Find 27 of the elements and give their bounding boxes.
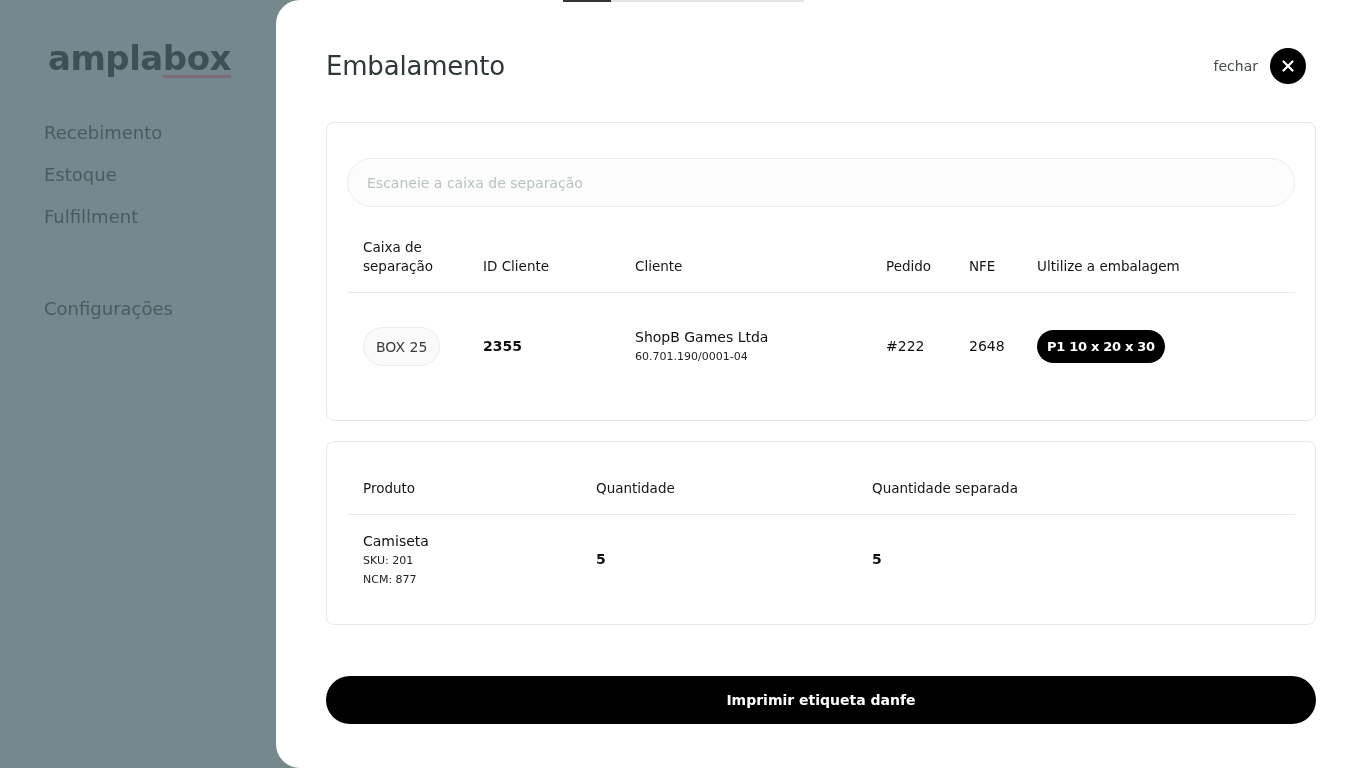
table-cell: 5: [872, 550, 882, 569]
table-cell: #222: [886, 337, 925, 356]
search-field[interactable]: Escaneie a caixa de separação: [347, 158, 1295, 207]
table-cell: 2648: [969, 337, 1005, 356]
cell-primary-text: Camiseta: [363, 531, 429, 551]
cell-secondary-text: SKU: 201: [363, 552, 414, 569]
column-header: NFE: [969, 257, 996, 276]
column-header: Caixa de separação: [363, 238, 434, 276]
cell-secondary-text: 60.701.190/0001-04: [635, 349, 748, 365]
column-header: Quantidade separada: [872, 479, 1018, 498]
column-header: Produto: [363, 479, 416, 498]
modal-title: Embalamento: [326, 51, 506, 81]
logo-text: amplabox: [48, 38, 231, 80]
close-button[interactable]: fechar: [1213, 48, 1306, 84]
column-header: Quantidade: [596, 479, 675, 498]
print-button[interactable]: Imprimir etiqueta danfe: [326, 676, 1316, 724]
cell-secondary-text: NCM: 877: [363, 571, 417, 588]
cell-primary-text: ShopB Games Ltda: [635, 328, 769, 347]
column-header: Cliente: [635, 257, 683, 276]
table-cell: 2355: [483, 337, 522, 356]
column-header: Pedido: [886, 257, 932, 276]
box-tag: BOX 25: [363, 327, 441, 366]
column-header: ID Cliente: [483, 257, 550, 276]
close-icon: [1270, 48, 1306, 84]
column-header: Ultilize a embalagem: [1037, 257, 1180, 276]
packaging-badge: P1 10 x 20 x 30: [1037, 330, 1165, 363]
table-cell: 5: [596, 550, 606, 569]
